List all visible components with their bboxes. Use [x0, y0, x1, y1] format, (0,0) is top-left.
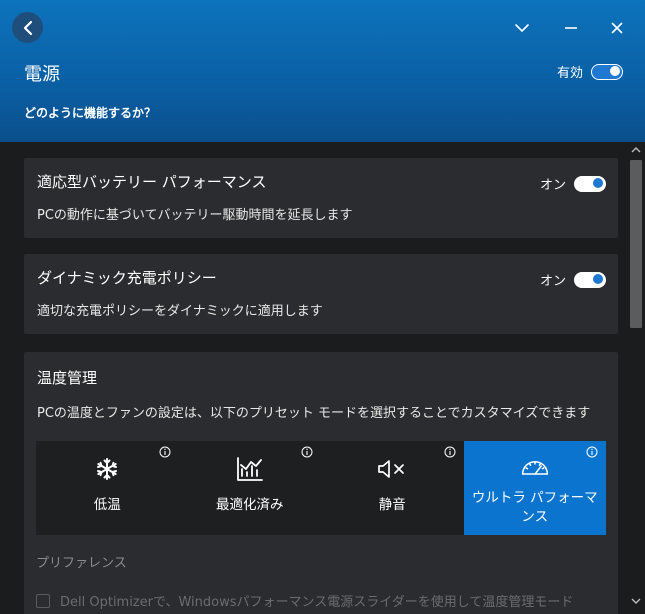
- vertical-scrollbar[interactable]: [627, 142, 645, 614]
- how-it-works-link[interactable]: どのように機能するか？: [24, 104, 156, 121]
- snowflake-icon: [92, 455, 122, 483]
- preset-label: 低温: [93, 497, 121, 513]
- preset-label: 最適化済み: [216, 497, 284, 513]
- speedometer-icon: [520, 453, 550, 481]
- info-icon[interactable]: [301, 446, 313, 458]
- adaptive-battery-toggle[interactable]: [574, 175, 606, 192]
- thermal-title: 温度管理: [37, 369, 98, 387]
- preset-label: ウルトラ パフォーマンス: [471, 490, 598, 525]
- dynamic-charging-toggle[interactable]: [574, 271, 606, 288]
- close-icon: [611, 22, 623, 34]
- scroll-up-arrow-icon[interactable]: [631, 146, 641, 154]
- toggle-knob: [610, 66, 620, 76]
- close-button[interactable]: [605, 16, 629, 40]
- optimizer-option: Dell Optimizerで、Windowsパフォーマンス電源スライダーを使用…: [36, 591, 573, 610]
- settings-content: 適応型バッテリー パフォーマンス PCの動作に基づいてバッテリー駆動時間を延長し…: [0, 142, 627, 614]
- optimizer-checkbox[interactable]: [36, 593, 50, 608]
- speaker-mute-icon: [377, 455, 407, 483]
- header-bar: 電源 どのように機能するか？ 有効: [0, 0, 645, 142]
- collapse-button[interactable]: [510, 16, 534, 40]
- thermal-preset-group: 低温 最適化済み 静音 ウルトラ パフォーマンス: [36, 441, 606, 535]
- info-icon[interactable]: [586, 446, 598, 458]
- dynamic-charging-control: オン: [540, 270, 606, 289]
- thermal-management-card: 温度管理 PCの温度とファンの設定は、以下のプリセット モードを選択することでカ…: [24, 352, 618, 614]
- minimize-icon: [565, 27, 577, 29]
- adaptive-battery-control: オン: [540, 174, 606, 193]
- info-icon[interactable]: [444, 446, 456, 458]
- enabled-label: 有効: [556, 66, 583, 81]
- toggle-knob: [593, 273, 603, 284]
- power-enabled-control: 有効: [557, 62, 623, 81]
- preset-ultra-performance[interactable]: ウルトラ パフォーマンス: [463, 441, 606, 535]
- chart-icon: [235, 455, 265, 483]
- adaptive-battery-toggle-label: オン: [539, 178, 566, 193]
- dynamic-charging-toggle-label: オン: [539, 274, 566, 289]
- adaptive-battery-title: 適応型バッテリー パフォーマンス: [37, 173, 267, 191]
- thermal-description: PCの温度とファンの設定は、以下のプリセット モードを選択することでカスタマイズ…: [37, 406, 591, 421]
- dynamic-charging-card: ダイナミック充電ポリシー 適切な充電ポリシーをダイナミックに適用します オン: [24, 254, 618, 334]
- scrollbar-thumb[interactable]: [630, 160, 642, 328]
- optimizer-option-text: Dell Optimizerで、Windowsパフォーマンス電源スライダーを使用…: [60, 595, 574, 610]
- power-enabled-toggle[interactable]: [591, 63, 623, 80]
- adaptive-battery-description: PCの動作に基づいてバッテリー駆動時間を延長します: [37, 208, 353, 223]
- scroll-down-arrow-icon[interactable]: [631, 597, 641, 605]
- dynamic-charging-description: 適切な充電ポリシーをダイナミックに適用します: [37, 304, 323, 319]
- chevron-down-icon: [515, 24, 529, 33]
- preset-quiet[interactable]: 静音: [321, 441, 464, 535]
- preset-cool[interactable]: 低温: [36, 441, 179, 535]
- preference-label: プリファレンス: [36, 556, 127, 571]
- back-button[interactable]: [12, 12, 43, 43]
- chevron-left-icon: [23, 20, 32, 35]
- page-title: 電源: [24, 64, 60, 85]
- preset-optimized[interactable]: 最適化済み: [179, 441, 322, 535]
- toggle-knob: [593, 177, 603, 188]
- info-icon[interactable]: [159, 446, 171, 458]
- dynamic-charging-title: ダイナミック充電ポリシー: [37, 269, 217, 287]
- minimize-button[interactable]: [559, 16, 583, 40]
- adaptive-battery-card: 適応型バッテリー パフォーマンス PCの動作に基づいてバッテリー駆動時間を延長し…: [24, 158, 618, 238]
- preset-label: 静音: [378, 497, 406, 513]
